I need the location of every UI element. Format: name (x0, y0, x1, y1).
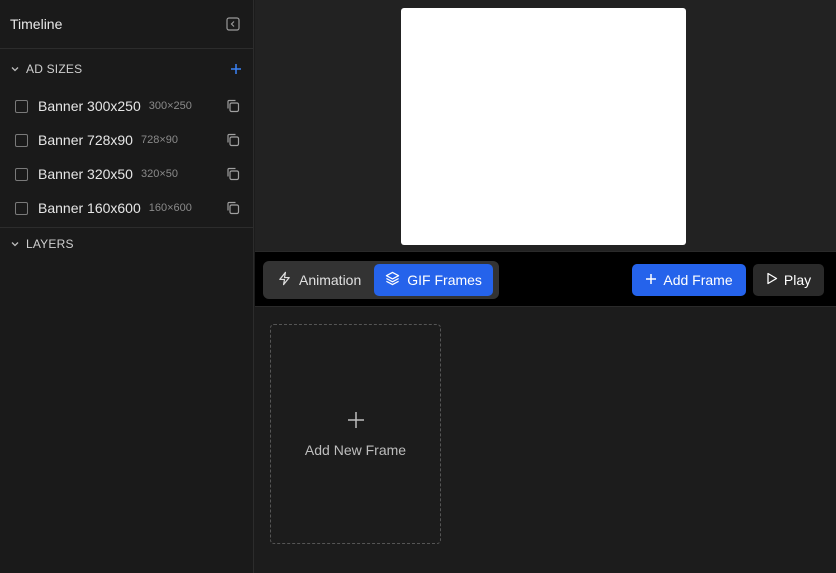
size-dims: 728×90 (140, 134, 178, 146)
add-size-icon[interactable] (227, 60, 245, 78)
layers-section-header[interactable]: LAYERS (0, 228, 253, 260)
size-checkbox[interactable] (15, 201, 28, 215)
artboard-canvas[interactable] (401, 8, 686, 245)
play-label: Play (783, 272, 812, 288)
add-new-frame-label: Add New Frame (304, 441, 407, 458)
size-checkbox[interactable] (15, 167, 28, 181)
size-dims: 160×600 (148, 202, 192, 214)
play-button[interactable]: Play (753, 264, 824, 296)
size-dims: 300×250 (148, 100, 192, 112)
duplicate-icon[interactable] (225, 132, 241, 148)
mode-toggle: Animation GIF Frames (263, 261, 499, 299)
duplicate-icon[interactable] (225, 98, 241, 114)
plus-icon (347, 411, 365, 434)
layers-label: LAYERS (26, 237, 74, 251)
lightning-icon (277, 271, 292, 289)
duplicate-icon[interactable] (225, 200, 241, 216)
sidebar-header: Timeline (0, 0, 253, 49)
ad-size-row[interactable]: Banner 320x50 320×50 (0, 157, 253, 191)
add-frame-label: Add Frame (663, 272, 733, 288)
ad-sizes-label: AD SIZES (26, 62, 83, 76)
tab-gif-frames-label: GIF Frames (407, 272, 482, 288)
size-checkbox[interactable] (15, 133, 28, 147)
ad-size-row[interactable]: Banner 160x600 160×600 (0, 191, 253, 225)
ad-size-row[interactable]: Banner 728x90 728×90 (0, 123, 253, 157)
ad-size-list: Banner 300x250 300×250 Banner 728x90 728… (0, 89, 253, 228)
size-name: Banner 160x600 (38, 200, 141, 216)
size-name: Banner 320x50 (38, 166, 133, 182)
timeline-toolbar: Animation GIF Frames Add Frame Play (255, 251, 836, 307)
canvas-area (255, 0, 836, 251)
layers-icon (385, 271, 400, 289)
tab-animation[interactable]: Animation (266, 264, 372, 296)
sidebar-title: Timeline (10, 16, 63, 32)
frames-area: Add New Frame (255, 308, 836, 573)
tab-animation-label: Animation (299, 272, 362, 288)
plus-icon (645, 272, 657, 288)
size-checkbox[interactable] (15, 99, 28, 113)
collapse-panel-icon[interactable] (223, 14, 243, 34)
ad-size-row[interactable]: Banner 300x250 300×250 (0, 89, 253, 123)
app-window: Timeline AD SIZES Banner 300x250 300×250 (0, 0, 836, 573)
size-name: Banner 728x90 (38, 132, 133, 148)
chevron-down-icon (8, 62, 22, 76)
chevron-down-icon (8, 237, 22, 251)
ad-sizes-section-header[interactable]: AD SIZES (0, 49, 253, 89)
size-dims: 320×50 (140, 168, 178, 180)
size-name: Banner 300x250 (38, 98, 141, 114)
play-icon (766, 272, 778, 288)
sidebar: Timeline AD SIZES Banner 300x250 300×250 (0, 0, 254, 573)
duplicate-icon[interactable] (225, 166, 241, 182)
tab-gif-frames[interactable]: GIF Frames (374, 264, 493, 296)
add-frame-button[interactable]: Add Frame (632, 264, 746, 296)
add-new-frame-card[interactable]: Add New Frame (270, 324, 441, 544)
main-panel: Animation GIF Frames Add Frame Play Add … (255, 0, 836, 573)
